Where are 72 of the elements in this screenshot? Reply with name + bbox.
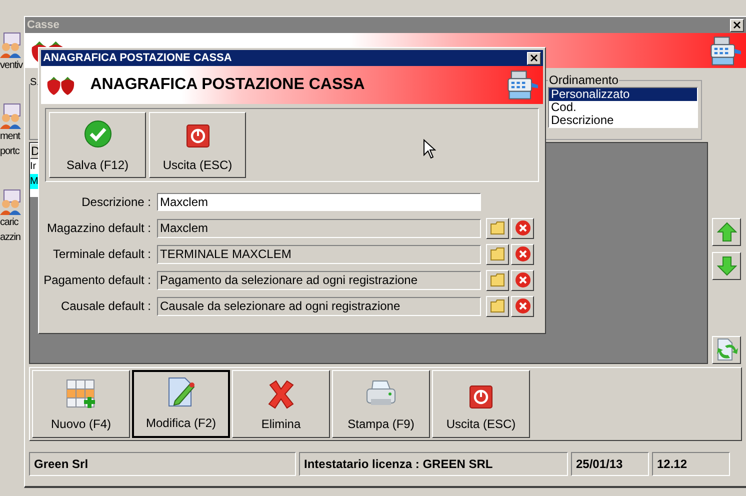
dialog-title: ANAGRAFICA POSTAZIONE CASSA	[43, 50, 232, 66]
dialog-toolbar-button[interactable]: Uscita (ESC)	[149, 112, 246, 178]
list-item[interactable]: Personalizzato	[549, 88, 697, 101]
folder-icon	[490, 273, 506, 287]
browse-button[interactable]	[486, 270, 509, 290]
field-label: Magazzino default :	[46, 220, 152, 237]
toolbar-button[interactable]: Stampa (F9)	[332, 370, 430, 438]
grid-plus-icon	[66, 379, 96, 409]
refresh-document-icon	[714, 338, 738, 362]
close-button[interactable]	[730, 18, 744, 32]
cash-register-icon	[708, 34, 742, 68]
field-label: Pagamento default :	[42, 272, 152, 289]
status-field: Intestatario licenza : GREEN SRL	[299, 452, 568, 476]
up-arrow-icon	[716, 222, 736, 242]
desktop-icon-label[interactable]: azzin	[0, 230, 20, 245]
list-item[interactable]: Descrizione	[549, 114, 697, 127]
browse-button[interactable]	[486, 244, 509, 264]
dialog-toolbar-button[interactable]: Salva (F12)	[49, 112, 146, 178]
field-label: Terminale default :	[52, 246, 152, 263]
desktop-icon-label[interactable]: caric	[0, 215, 18, 230]
text-field[interactable]: Maxclem	[157, 193, 481, 211]
browse-button[interactable]	[486, 218, 509, 238]
clear-icon	[514, 246, 530, 262]
group-title: Ordinamento	[548, 74, 620, 87]
power-icon	[469, 385, 493, 409]
window-title: Casse	[27, 18, 60, 33]
people-icon	[0, 32, 22, 58]
readonly-field: TERMINALE MAXCLEM	[157, 244, 481, 264]
power-icon	[186, 124, 210, 148]
people-icon	[0, 103, 22, 129]
desktop-icon-label[interactable]: ment	[0, 129, 20, 144]
list-item[interactable]: Cod.	[549, 101, 697, 114]
mouse-cursor-icon	[423, 139, 436, 159]
close-icon	[530, 54, 538, 62]
clear-button[interactable]	[511, 270, 534, 290]
list-row[interactable]: Ir	[30, 159, 40, 174]
checkmark-icon	[84, 120, 112, 148]
readonly-field: Pagamento da selezionare ad ogni registrazione	[157, 270, 481, 290]
clear-icon	[514, 272, 530, 288]
status-field: 12.12	[652, 452, 730, 476]
clear-button[interactable]	[511, 296, 534, 316]
people-icon	[0, 189, 22, 215]
field-label: Causale default :	[60, 298, 152, 315]
dialog-close-button[interactable]	[527, 52, 541, 64]
desktop-icon-label[interactable]: ventiv	[0, 58, 23, 73]
folder-icon	[490, 221, 506, 235]
move-button[interactable]	[712, 218, 741, 246]
down-arrow-icon	[716, 256, 736, 276]
clear-button[interactable]	[511, 244, 534, 264]
desktop-icon-label[interactable]: portc	[0, 144, 20, 159]
clear-icon	[514, 298, 530, 314]
pencil-document-icon	[166, 376, 196, 408]
folder-icon	[490, 247, 506, 261]
clear-icon	[514, 220, 530, 236]
folder-icon	[490, 299, 506, 313]
dialog-heading: ANAGRAFICA POSTAZIONE CASSA	[90, 75, 365, 95]
browse-button[interactable]	[486, 296, 509, 316]
toolbar-button[interactable]: Uscita (ESC)	[432, 370, 530, 438]
toolbar-button[interactable]: Elimina	[232, 370, 330, 438]
close-icon	[733, 21, 741, 29]
status-field: 25/01/13	[571, 452, 649, 476]
field-label: Descrizione :	[80, 194, 152, 211]
toolbar-button[interactable]: Nuovo (F4)	[32, 370, 130, 438]
readonly-field: Causale da selezionare ad ogni registrazione	[157, 296, 481, 316]
cross-icon	[266, 379, 296, 409]
status-field: Green Srl	[29, 452, 296, 476]
clear-button[interactable]	[511, 218, 534, 238]
toolbar-button[interactable]: Modifica (F2)	[132, 370, 230, 438]
move-button[interactable]	[712, 252, 741, 280]
refresh-button[interactable]	[712, 336, 741, 364]
readonly-field: Maxclem	[157, 218, 481, 238]
cash-register-icon	[505, 68, 539, 102]
